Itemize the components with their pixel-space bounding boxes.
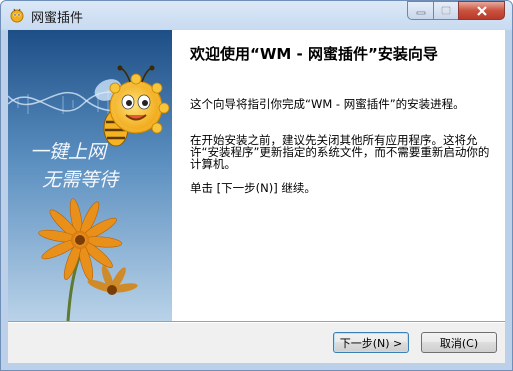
minimize-icon <box>408 2 433 19</box>
installer-window: 网蜜插件 一键上网 无需等待 欢迎使用“WM - 网蜜插件”安装向导 这个向导将… <box>0 0 513 371</box>
close-apps-text: 在开始安装之前，建议先关闭其他所有应用程序。这将允许“安装程序”更新指定的系统文… <box>190 133 490 171</box>
minimize-button[interactable] <box>407 1 434 20</box>
welcome-page: 一键上网 无需等待 欢迎使用“WM - 网蜜插件”安装向导 这个向导将指引你完成… <box>8 30 505 321</box>
cancel-button[interactable]: 取消(C) <box>421 332 497 353</box>
window-title: 网蜜插件 <box>31 11 84 26</box>
maximize-icon <box>434 2 458 19</box>
slogan-line-1: 一键上网 <box>30 141 109 163</box>
close-icon <box>459 2 504 19</box>
bee-app-icon <box>10 8 24 23</box>
next-button[interactable]: 下一步(N) > <box>333 332 409 353</box>
intro-text: 这个向导将指引你完成“WM - 网蜜插件”的安装进程。 <box>190 97 465 111</box>
button-separator <box>8 321 505 323</box>
wizard-body: 一键上网 无需等待 欢迎使用“WM - 网蜜插件”安装向导 这个向导将指引你完成… <box>8 30 505 363</box>
slogan-line-2: 无需等待 <box>42 169 120 191</box>
title-bar[interactable]: 网蜜插件 <box>1 1 512 29</box>
wizard-side-image: 一键上网 无需等待 <box>8 30 172 321</box>
close-button[interactable] <box>458 1 505 20</box>
continue-instruction: 单击 [下一步(N)] 继续。 <box>190 181 316 195</box>
wizard-heading: 欢迎使用“WM - 网蜜插件”安装向导 <box>190 45 438 63</box>
maximize-button[interactable] <box>433 1 459 20</box>
